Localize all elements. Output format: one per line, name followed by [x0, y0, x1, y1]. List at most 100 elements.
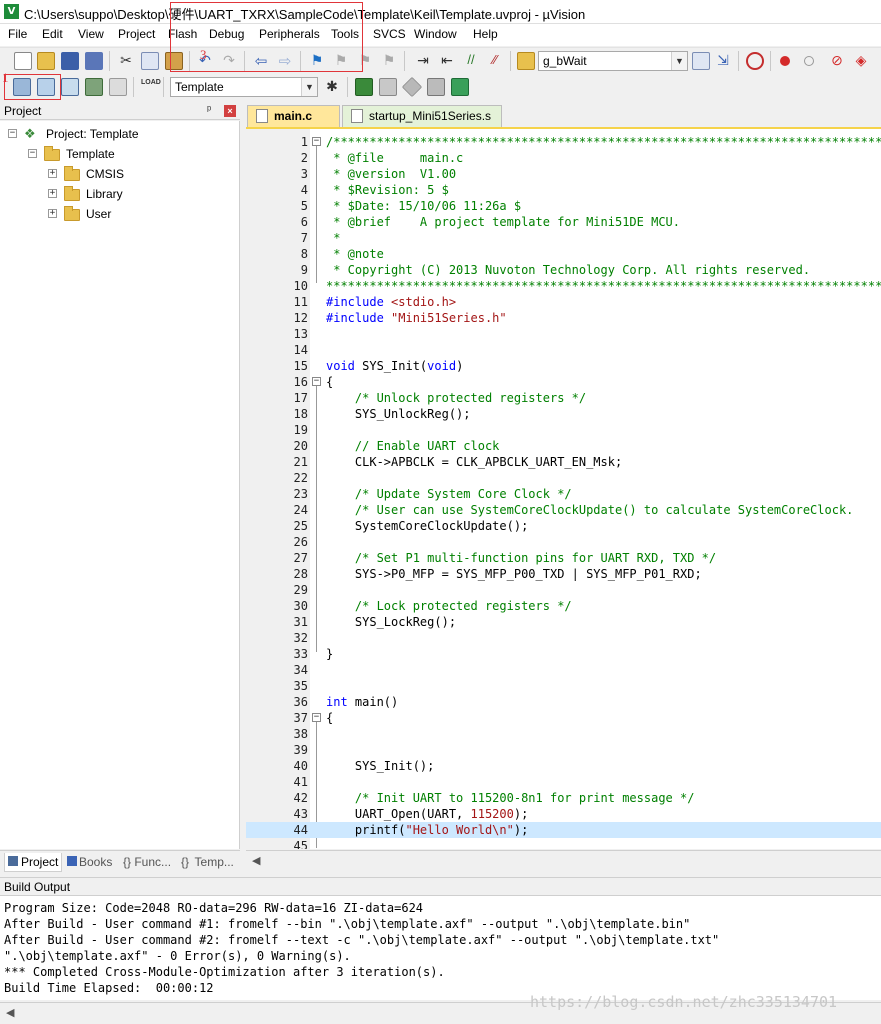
tab-functions[interactable]: {} Func... — [120, 853, 178, 872]
pin-icon[interactable]: ᵖ — [207, 104, 211, 116]
fold-icon[interactable]: − — [312, 137, 321, 146]
chevron-down-icon[interactable]: ▼ — [671, 52, 687, 70]
code-line[interactable]: 20 // Enable UART clock — [246, 438, 881, 454]
code-line[interactable]: 13 — [246, 326, 881, 342]
tab-books[interactable]: Books — [64, 853, 119, 872]
fold-icon[interactable]: − — [312, 377, 321, 386]
code-line[interactable]: 1−/*************************************… — [246, 134, 881, 150]
build-icon[interactable] — [37, 78, 55, 96]
code-editor[interactable]: 1−/*************************************… — [246, 127, 881, 849]
expand-icon[interactable]: + — [48, 189, 57, 198]
collapse-icon[interactable]: − — [8, 129, 17, 138]
code-line[interactable]: 39 — [246, 742, 881, 758]
menu-svcs[interactable]: SVCS — [373, 27, 406, 41]
code-line[interactable]: 34 — [246, 662, 881, 678]
copy-icon[interactable] — [141, 52, 159, 70]
code-line[interactable]: 30 /* Lock protected registers */ — [246, 598, 881, 614]
code-line[interactable]: 5 * $Date: 15/10/06 11:26a $ — [246, 198, 881, 214]
menu-debug[interactable]: Debug — [209, 27, 244, 41]
code-line[interactable]: 42 /* Init UART to 115200-8n1 for print … — [246, 790, 881, 806]
code-line[interactable]: 21 CLK->APBCLK = CLK_APBCLK_UART_EN_Msk; — [246, 454, 881, 470]
save-all-icon[interactable] — [85, 52, 103, 70]
kill-breakpoints-icon[interactable]: ⊘ — [828, 52, 846, 70]
code-line[interactable]: 38 — [246, 726, 881, 742]
code-line[interactable]: 25 SystemCoreClockUpdate(); — [246, 518, 881, 534]
uncomment-icon[interactable]: ⁄⁄ — [486, 52, 504, 70]
project-manage-icon[interactable] — [451, 78, 469, 96]
code-line[interactable]: 44 printf("Hello World\n"); — [246, 822, 881, 838]
tab-startup-file[interactable]: startup_Mini51Series.s — [342, 105, 502, 127]
code-line[interactable]: 31 SYS_LockReg(); — [246, 614, 881, 630]
code-line[interactable]: 6 * @brief A project template for Mini51… — [246, 214, 881, 230]
tab-project[interactable]: Project — [4, 853, 62, 872]
menu-peripherals[interactable]: Peripherals — [259, 27, 320, 41]
code-line[interactable]: 40 SYS_Init(); — [246, 758, 881, 774]
code-line[interactable]: 9 * Copyright (C) 2013 Nuvoton Technolog… — [246, 262, 881, 278]
code-line[interactable]: 24 /* User can use SystemCoreClockUpdate… — [246, 502, 881, 518]
code-line[interactable]: 3 * @version V1.00 — [246, 166, 881, 182]
code-line[interactable]: 4 * $Revision: 5 $ — [246, 182, 881, 198]
code-line[interactable]: 41 — [246, 774, 881, 790]
disable-breakpoint-icon[interactable] — [804, 56, 814, 66]
tab-main-c[interactable]: main.c — [247, 105, 340, 127]
code-line[interactable]: 10 **************************************… — [246, 278, 881, 294]
paste-icon[interactable] — [165, 52, 183, 70]
code-line[interactable]: 26 — [246, 534, 881, 550]
debug-session-icon[interactable] — [746, 52, 764, 70]
menu-flash[interactable]: Flash — [168, 27, 197, 41]
comment-icon[interactable]: // — [462, 52, 480, 70]
tab-templates[interactable]: {} Temp... — [178, 853, 238, 872]
next-bookmark-icon[interactable]: ⚑ — [356, 52, 374, 70]
clear-breakpoints-icon[interactable]: ◈ — [852, 52, 870, 70]
find-combo[interactable]: g_bWait ▼ — [538, 51, 688, 71]
unindent-icon[interactable]: ⇤ — [438, 52, 456, 70]
run-time-env-icon[interactable] — [401, 76, 423, 98]
indent-icon[interactable]: ⇥ — [414, 52, 432, 70]
code-line[interactable]: 18 SYS_UnlockReg(); — [246, 406, 881, 422]
code-line[interactable]: 14 — [246, 342, 881, 358]
target-options-icon[interactable]: ✱ — [323, 78, 341, 96]
expand-icon[interactable]: + — [48, 209, 57, 218]
code-line[interactable]: 36 int main() — [246, 694, 881, 710]
stop-build-icon[interactable] — [109, 78, 127, 96]
manage-project-icon[interactable] — [355, 78, 373, 96]
new-file-icon[interactable] — [14, 52, 32, 70]
code-line[interactable]: 37−{ — [246, 710, 881, 726]
code-line[interactable]: 29 — [246, 582, 881, 598]
code-line[interactable]: 7 * — [246, 230, 881, 246]
menu-project[interactable]: Project — [118, 27, 155, 41]
code-line[interactable]: 17 /* Unlock protected registers */ — [246, 390, 881, 406]
code-line[interactable]: 22 — [246, 470, 881, 486]
expand-icon[interactable]: + — [48, 169, 57, 178]
fold-icon[interactable]: − — [312, 713, 321, 722]
translate-icon[interactable] — [13, 78, 31, 96]
find-in-files-icon[interactable] — [517, 52, 535, 70]
menu-file[interactable]: File — [8, 27, 27, 41]
menu-view[interactable]: View — [78, 27, 104, 41]
menu-edit[interactable]: Edit — [42, 27, 63, 41]
code-line[interactable]: 19 — [246, 422, 881, 438]
scroll-left-icon[interactable]: ◀ — [252, 854, 260, 867]
chevron-down-icon[interactable]: ▼ — [301, 78, 317, 96]
code-line[interactable]: 16−{ — [246, 374, 881, 390]
bookmark-icon[interactable]: ⚑ — [308, 52, 326, 70]
menu-tools[interactable]: Tools — [331, 27, 359, 41]
code-line[interactable]: 15 void SYS_Init(void) — [246, 358, 881, 374]
target-select[interactable]: Template ▼ — [170, 77, 318, 97]
menu-help[interactable]: Help — [473, 27, 498, 41]
open-file-icon[interactable] — [37, 52, 55, 70]
breakpoint-icon[interactable] — [780, 56, 790, 66]
menu-window[interactable]: Window — [414, 27, 457, 41]
code-line[interactable]: 32 — [246, 630, 881, 646]
close-icon[interactable]: × — [224, 105, 236, 117]
code-line[interactable]: 11 #include <stdio.h> — [246, 294, 881, 310]
cut-icon[interactable]: ✂ — [117, 52, 135, 70]
rebuild-icon[interactable] — [61, 78, 79, 96]
clear-bookmarks-icon[interactable]: ⚑ — [380, 52, 398, 70]
navigate-forward-icon[interactable]: ⇨ — [276, 52, 294, 70]
code-line[interactable]: 2 * @file main.c — [246, 150, 881, 166]
collapse-icon[interactable]: − — [28, 149, 37, 158]
code-line[interactable]: 12 #include "Mini51Series.h" — [246, 310, 881, 326]
pack-installer-icon[interactable] — [427, 78, 445, 96]
prev-bookmark-icon[interactable]: ⚑ — [332, 52, 350, 70]
